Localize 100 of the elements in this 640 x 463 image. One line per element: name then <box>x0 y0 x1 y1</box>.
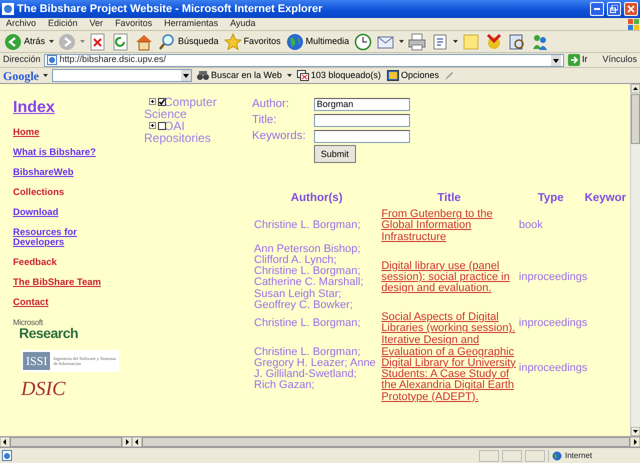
nav-link[interactable]: Resources for Developers <box>13 228 103 248</box>
restore-icon <box>610 5 618 13</box>
scroll-thumb[interactable] <box>10 437 122 447</box>
microsoft-logo-text: Microsoft <box>13 318 44 327</box>
menu-item[interactable]: Edición <box>42 17 84 31</box>
minimize-icon <box>594 8 600 10</box>
field-label: Title: <box>252 113 278 128</box>
search-icon <box>158 32 176 50</box>
address-label: Dirección <box>3 53 41 66</box>
menu-item[interactable]: Ver <box>84 17 110 31</box>
scroll-left-icon[interactable] <box>0 437 10 447</box>
google-search-field[interactable] <box>52 69 192 82</box>
submit-button[interactable]: Submit <box>314 145 356 163</box>
nav-link[interactable]: Collections <box>13 188 64 198</box>
dropdown-icon[interactable] <box>453 40 458 43</box>
dsic-logo: DSIC <box>21 378 66 400</box>
field-label: Author: <box>252 97 290 112</box>
column-header: Author(s) <box>290 192 343 204</box>
scroll-left-icon[interactable] <box>132 437 142 447</box>
close-button[interactable] <box>624 2 638 16</box>
type-text: inproceedings <box>518 316 588 329</box>
author-cell-text: Ann Peterson Bishop; Clifford A. Lynch; Christine L. Borgman; Catherine C. Marshall; Susan Leigh Star; Geoffrey C. Bowker; <box>254 244 364 312</box>
scroll-up-icon[interactable] <box>631 84 640 93</box>
title-link[interactable]: Iterative Design and Evaluation of a Geographic Digital Library for University Students: A Case Study of the Alexandria Digital Earth Prototype (ADEPT). <box>381 335 517 403</box>
research-logo-text: Research <box>19 327 78 340</box>
badge-icon[interactable] <box>485 32 504 50</box>
expand-icon[interactable] <box>149 98 156 105</box>
printer-icon[interactable] <box>408 32 426 50</box>
checkbox[interactable] <box>158 98 166 106</box>
nav-link[interactable]: Download <box>13 208 58 218</box>
address-field[interactable]: http://bibshare.dsic.upv.es/ <box>44 54 564 66</box>
security-zone: Internet <box>565 450 592 462</box>
nav-link[interactable]: Feedback <box>13 258 57 268</box>
stop-icon[interactable] <box>89 32 108 50</box>
nav-link[interactable]: Home <box>13 128 40 138</box>
expand-icon[interactable] <box>149 122 156 129</box>
menu-item[interactable]: Archivo <box>0 17 42 31</box>
author-cell-text: Christine L. Borgman; Gregory H. Leazer; Anne J. Gilliland-Swetland; Rich Gazan; <box>254 344 377 394</box>
dropdown-icon[interactable] <box>43 74 48 77</box>
search-button[interactable]: Búsqueda <box>157 32 220 50</box>
title-link[interactable]: Social Aspects of Digital Libraries (working session). <box>381 312 517 334</box>
checkbox[interactable] <box>158 122 166 130</box>
menu-item[interactable]: Ayuda <box>224 17 262 31</box>
window-title: The Bibshare Project Website - Microsoft Internet Explorer <box>17 2 324 17</box>
menu-item[interactable]: Favoritos <box>109 17 158 31</box>
browser-icon <box>2 3 14 15</box>
minimize-button[interactable] <box>590 2 604 16</box>
text-field[interactable] <box>314 130 410 142</box>
title-link[interactable]: From Gutenberg to the Global Information Infrastructure <box>381 209 517 243</box>
type-text: inproceedings <box>518 362 588 374</box>
title-link[interactable]: Digital library use (panel session): social practice in design and evaluation. <box>381 260 517 294</box>
go-arrow-icon <box>568 54 580 66</box>
column-header: Keywor <box>584 192 626 204</box>
status-pane <box>525 450 545 462</box>
status-pane <box>479 450 499 462</box>
column-header: Title <box>437 192 461 204</box>
back-button[interactable]: Atrás <box>3 32 46 50</box>
nav-link[interactable]: What is Bibshare? <box>13 148 96 158</box>
popup-blocker-button[interactable]: 103 bloqueado(s) <box>296 68 382 82</box>
page-icon <box>46 55 57 65</box>
scroll-thumb[interactable] <box>631 94 640 144</box>
globe-icon <box>286 32 304 50</box>
web-search-button[interactable]: Buscar en la Web <box>196 68 283 82</box>
scroll-thumb[interactable] <box>142 437 630 447</box>
refresh-icon[interactable] <box>112 32 130 50</box>
status-pane <box>502 450 522 462</box>
close-icon <box>627 5 635 13</box>
links-button[interactable]: Vínculos <box>602 53 637 67</box>
text-field[interactable] <box>314 114 410 126</box>
type-text: inproceedings <box>518 270 588 283</box>
home-icon[interactable] <box>135 32 154 50</box>
dropdown-icon[interactable] <box>286 74 292 77</box>
nav-link[interactable]: The BibShare Team <box>13 278 101 288</box>
index-link[interactable]: Index <box>13 96 140 120</box>
dropdown-icon[interactable] <box>49 40 54 43</box>
google-logo[interactable]: Google <box>3 66 39 84</box>
dropdown-icon[interactable] <box>399 40 404 43</box>
popup-icon <box>296 70 309 81</box>
document-icon[interactable] <box>431 32 450 50</box>
options-button[interactable]: Opciones <box>386 68 440 82</box>
field-label: Keywords: <box>252 129 307 144</box>
column-header: Type <box>538 192 564 204</box>
go-button[interactable]: Ir <box>566 53 588 67</box>
scroll-down-icon[interactable] <box>631 427 640 436</box>
nav-link[interactable]: BibshareWeb <box>13 168 74 178</box>
restore-button[interactable] <box>607 2 621 16</box>
messenger-icon[interactable] <box>531 32 550 50</box>
history-icon[interactable] <box>354 32 372 50</box>
scroll-right-icon[interactable] <box>122 437 132 447</box>
type-text: book <box>518 219 543 232</box>
page-icon <box>2 450 12 461</box>
star-button[interactable]: Favoritos <box>222 32 282 50</box>
nav-link[interactable]: Contact <box>13 298 48 308</box>
text-field[interactable]: Borgman <box>314 98 410 110</box>
globe-button[interactable]: Multimedia <box>284 32 350 50</box>
menu-item[interactable]: Herramientas <box>158 17 224 31</box>
scroll-right-icon[interactable] <box>630 437 640 447</box>
author-cell-text: Christine L. Borgman; <box>254 218 362 234</box>
options-icon <box>386 70 399 81</box>
star-icon <box>224 32 242 50</box>
